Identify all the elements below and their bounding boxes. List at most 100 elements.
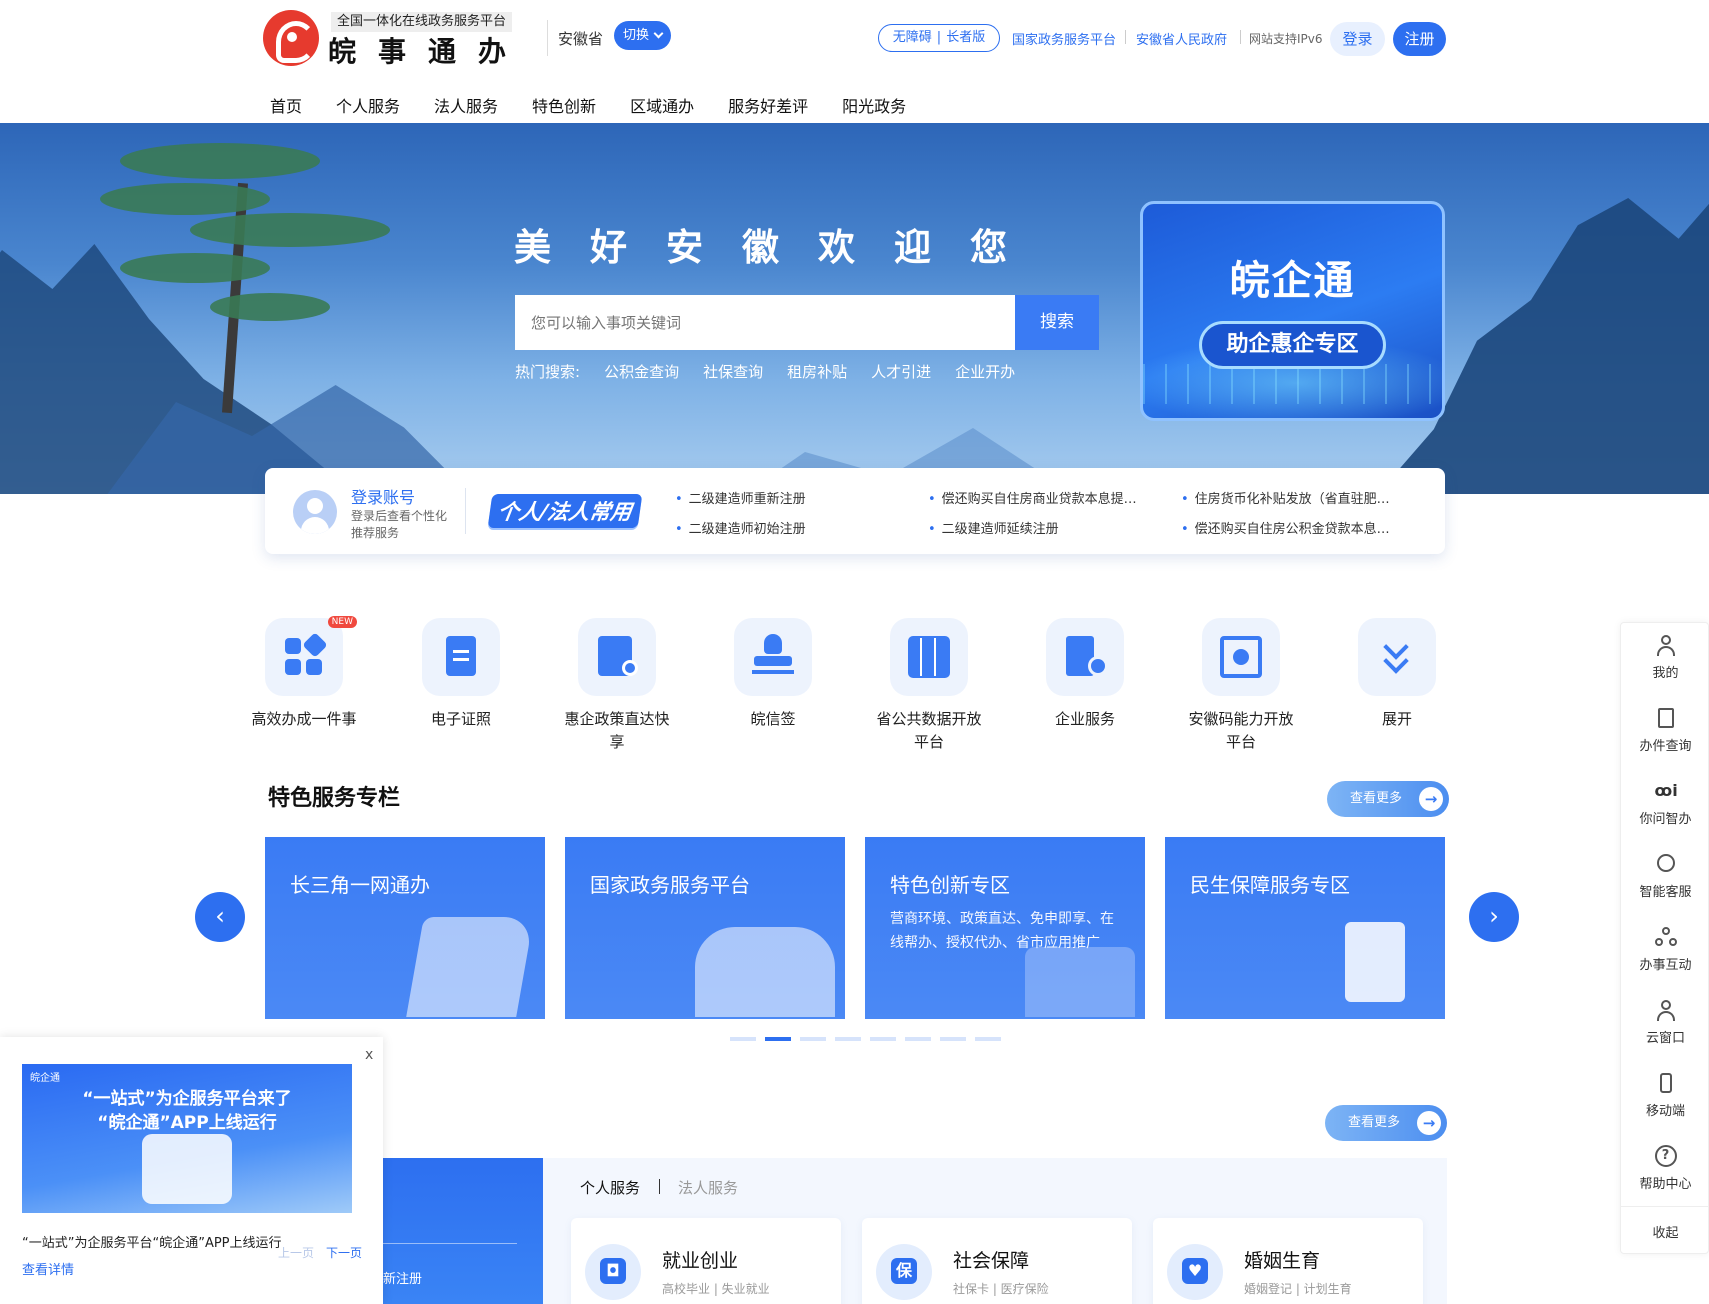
popup-next-link[interactable]: 下一页 [326,1244,362,1261]
sidebar-item-interaction[interactable]: 办事互动 [1621,926,1709,973]
common-service-link[interactable]: 住房货币化补贴发放（省直驻肥… [1181,488,1390,507]
national-platform-link[interactable]: 国家政务服务平台 [1012,29,1116,48]
carousel-dot[interactable] [835,1037,861,1041]
building-icon [1046,618,1124,696]
common-service-link[interactable]: 二级建造师初始注册 [675,518,806,537]
login-account-link[interactable]: 登录账号 [351,484,415,508]
popup-banner-image[interactable]: 皖企通 “一站式”为企服务平台来了 “皖企通”APP上线运行 [22,1064,352,1213]
search-input[interactable] [515,295,1015,350]
carousel-dot[interactable] [730,1037,756,1041]
sidebar-label: 你问智办 [1639,812,1692,827]
carousel-dot[interactable] [905,1037,931,1041]
sidebar-item-cloud-window[interactable]: 云窗口 [1621,999,1709,1046]
service-wanxinqian[interactable]: 皖信签 [718,618,828,731]
header-divider [547,20,548,56]
accessibility-link[interactable]: 无障碍 [888,30,937,45]
service-anhui-code[interactable]: 安徽码能力开放平台 [1186,618,1296,754]
tab-personal-services[interactable]: 个人服务 [580,1177,640,1198]
service-e-license[interactable]: 电子证照 [406,618,516,731]
chevron-down-icon [653,28,664,39]
sidebar-item-mobile[interactable]: 移动端 [1621,1072,1709,1119]
service-policy-direct[interactable]: 惠企政策直达快享 [562,618,672,754]
sidebar-label: 云窗口 [1645,1031,1685,1046]
featured-section-title: 特色服务专栏 [268,786,401,811]
logo-icon[interactable] [263,10,319,66]
sidebar-collapse-button[interactable]: 收起 [1621,1206,1709,1241]
category-card-social-security[interactable]: 保 社会保障 社保卡 | 医疗保险 [862,1218,1132,1304]
tab-corporate-services[interactable]: 法人服务 [678,1177,738,1198]
carousel-dot[interactable] [940,1037,966,1041]
login-hint: 登录后查看个性化推荐服务 [351,509,448,540]
avatar[interactable] [293,490,337,534]
hot-search-item[interactable]: 人才引进 [871,361,931,382]
featured-card-innovation[interactable]: 特色创新专区 营商环境、政策直达、免申即享、在线帮办、授权代办、省市应用推广 [865,837,1145,1019]
carousel-dot[interactable] [975,1037,1001,1041]
close-icon[interactable]: x [365,1047,373,1063]
nav-rating[interactable]: 服务好差评 [728,93,808,117]
anhui-government-link[interactable]: 安徽省人民政府 [1136,29,1227,48]
sidebar-item-smart-service[interactable]: 智能客服 [1621,853,1709,900]
login-button[interactable]: 登录 [1330,22,1385,56]
hot-search-item[interactable]: 社保查询 [703,361,763,382]
carousel-dot-active[interactable] [765,1037,791,1041]
hot-search-item[interactable]: 公积金查询 [604,361,679,382]
panel-left-column: 新注册 … [383,1158,543,1304]
nav-sunshine-gov[interactable]: 阳光政务 [842,93,906,117]
panel-left-link[interactable]: … [383,1296,396,1304]
elder-mode-link[interactable]: 长者版 [941,30,990,45]
expand-services-button[interactable]: 展开 [1342,618,1452,731]
wanqitong-promo-card[interactable]: 皖企通 助企惠企专区 [1140,201,1445,421]
carousel-prev-button[interactable]: ‹ [195,892,245,942]
hot-search-item[interactable]: 企业开办 [955,361,1015,382]
service-label: 展开 [1381,710,1412,728]
sidebar-item-mine[interactable]: 我的 [1621,634,1709,681]
card-illustration [406,917,534,1017]
data-columns-icon [890,618,968,696]
sidebar-item-case-query[interactable]: 办件查询 [1621,707,1709,754]
service-enterprise[interactable]: 企业服务 [1030,618,1140,731]
carousel-next-button[interactable]: › [1469,892,1519,942]
services-more-button[interactable]: 查看更多 → [1325,1105,1447,1141]
register-button[interactable]: 注册 [1393,22,1446,56]
featured-card-national[interactable]: 国家政务服务平台 [565,837,845,1019]
common-service-link[interactable]: 偿还购买自住房公积金贷款本息… [1181,518,1390,537]
user-icon [1655,634,1677,656]
sidebar-item-help[interactable]: ? 帮助中心 [1621,1145,1709,1192]
region-switch-button[interactable]: 切换 [614,21,671,50]
person-icon [1655,999,1677,1021]
service-open-data[interactable]: 省公共数据开放平台 [874,618,984,754]
logo-title[interactable]: 皖事通办 [328,30,528,70]
nav-personal-services[interactable]: 个人服务 [336,93,400,117]
featured-more-button[interactable]: 查看更多 → [1327,781,1449,817]
common-service-link[interactable]: 偿还购买自住房商业贷款本息提… [928,488,1137,507]
right-sidebar: 我的 办件查询 ꝏi 你问智办 智能客服 办事互动 云窗口 移动端 ? 帮助中心… [1620,622,1709,1254]
mobile-phone-icon [1655,1072,1677,1094]
featured-card-yrd[interactable]: 长三角一网通办 [265,837,545,1019]
pine-foliage [120,253,270,283]
promo-zone-button[interactable]: 助企惠企专区 [1199,321,1386,369]
nav-regional[interactable]: 区域通办 [630,93,694,117]
hot-search: 热门搜索: 公积金查询 社保查询 租房补贴 人才引进 企业开办 [515,361,1039,382]
panel-left-link[interactable]: 新注册 [383,1268,422,1287]
featured-card-livelihood[interactable]: 民生保障服务专区 [1165,837,1445,1019]
search-button[interactable]: 搜索 [1015,295,1099,350]
popup-prev-link[interactable]: 上一页 [278,1244,314,1261]
carousel-dots [730,1037,1010,1041]
sidebar-item-ask-ai[interactable]: ꝏi 你问智办 [1621,780,1709,827]
category-card-employment[interactable]: ◘ 就业创业 高校毕业 | 失业就业 [571,1218,841,1304]
hot-search-item[interactable]: 租房补贴 [787,361,847,382]
nav-home[interactable]: 首页 [270,93,302,117]
service-one-thing[interactable]: NEW 高效办成一件事 [249,616,359,731]
card-title: 民生保障服务专区 [1190,873,1350,897]
category-card-marriage[interactable]: ♥ 婚姻生育 婚姻登记 | 计划生育 [1153,1218,1423,1304]
service-label: 安徽码能力开放平台 [1188,710,1294,751]
common-service-link[interactable]: 二级建造师重新注册 [675,488,806,507]
carousel-dot[interactable] [870,1037,896,1041]
popup-detail-link[interactable]: 查看详情 [22,1259,74,1278]
province-label: 安徽省 [558,30,604,48]
more-label: 查看更多 [1350,791,1403,806]
carousel-dot[interactable] [800,1037,826,1041]
nav-innovation[interactable]: 特色创新 [532,93,596,117]
common-service-link[interactable]: 二级建造师延续注册 [928,518,1059,537]
nav-corporate-services[interactable]: 法人服务 [434,93,498,117]
